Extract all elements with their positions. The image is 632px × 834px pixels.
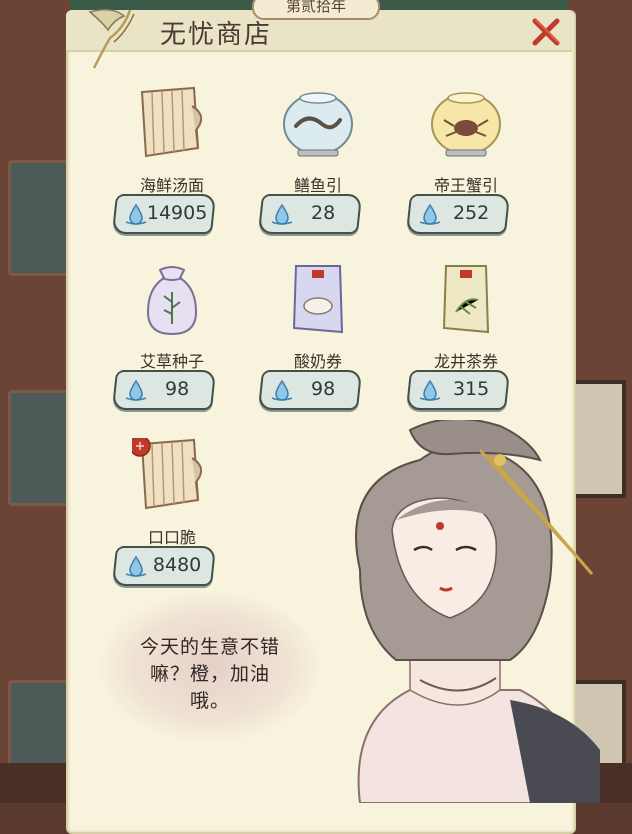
- background-left-wall: [0, 0, 70, 803]
- water-drop-icon: [271, 379, 293, 401]
- buy-price-button[interactable]: 28: [257, 194, 363, 234]
- price-value: 98: [311, 378, 336, 400]
- price-value: 8480: [152, 554, 202, 576]
- item-name: 海鲜汤面: [139, 176, 204, 195]
- shop-title: 无忧商店: [160, 20, 273, 50]
- tea-coupon-icon: [442, 265, 490, 334]
- dialog-line: 嘛？橙，加油: [149, 663, 270, 685]
- price-value: 14905: [146, 202, 208, 224]
- buy-price-button[interactable]: 98: [257, 370, 363, 410]
- close-icon[interactable]: [530, 16, 562, 48]
- item-name: 帝王蟹引: [433, 176, 498, 195]
- water-drop-icon: [271, 203, 293, 225]
- water-drop-icon: [125, 555, 147, 577]
- water-drop-icon: [419, 203, 441, 225]
- background-shelf: [8, 160, 70, 276]
- buy-price-button[interactable]: 8480: [111, 546, 217, 586]
- item-name: 口口脆: [147, 528, 196, 547]
- price-value: 28: [311, 202, 336, 224]
- seed-bag-icon: [146, 266, 198, 336]
- item-name: 艾草种子: [139, 352, 204, 371]
- water-drop-icon: [125, 379, 147, 401]
- scroll-recipe-icon: [140, 86, 203, 158]
- buy-price-button[interactable]: 98: [111, 370, 217, 410]
- water-drop-icon: [419, 379, 441, 401]
- price-value: 315: [452, 378, 490, 400]
- buy-price-button[interactable]: 315: [405, 370, 511, 410]
- buy-price-button[interactable]: 14905: [111, 194, 217, 234]
- item-name: 鳝鱼引: [293, 176, 342, 195]
- shopkeeper-character: [355, 420, 600, 803]
- yogurt-coupon-icon: [292, 265, 344, 334]
- dialog-line: 今天的生意不错: [139, 636, 280, 658]
- item-name: 龙井茶券: [433, 352, 498, 371]
- water-drop-icon: [125, 203, 147, 225]
- price-value: 98: [165, 378, 190, 400]
- price-value: 252: [452, 202, 490, 224]
- buy-price-button[interactable]: 252: [405, 194, 511, 234]
- ginkgo-ribbon-icon: [88, 9, 135, 69]
- crab-fishbowl-icon: [431, 92, 501, 157]
- item-name: 酸奶券: [293, 352, 342, 371]
- npc-dialog: 今天的生意不错 嘛？橙，加油 哦。: [110, 634, 310, 715]
- background-shelf: [8, 390, 70, 506]
- eel-fishbowl-icon: [283, 92, 353, 157]
- dialog-line: 哦。: [189, 690, 230, 712]
- scroll-recipe-red-icon: [132, 438, 203, 510]
